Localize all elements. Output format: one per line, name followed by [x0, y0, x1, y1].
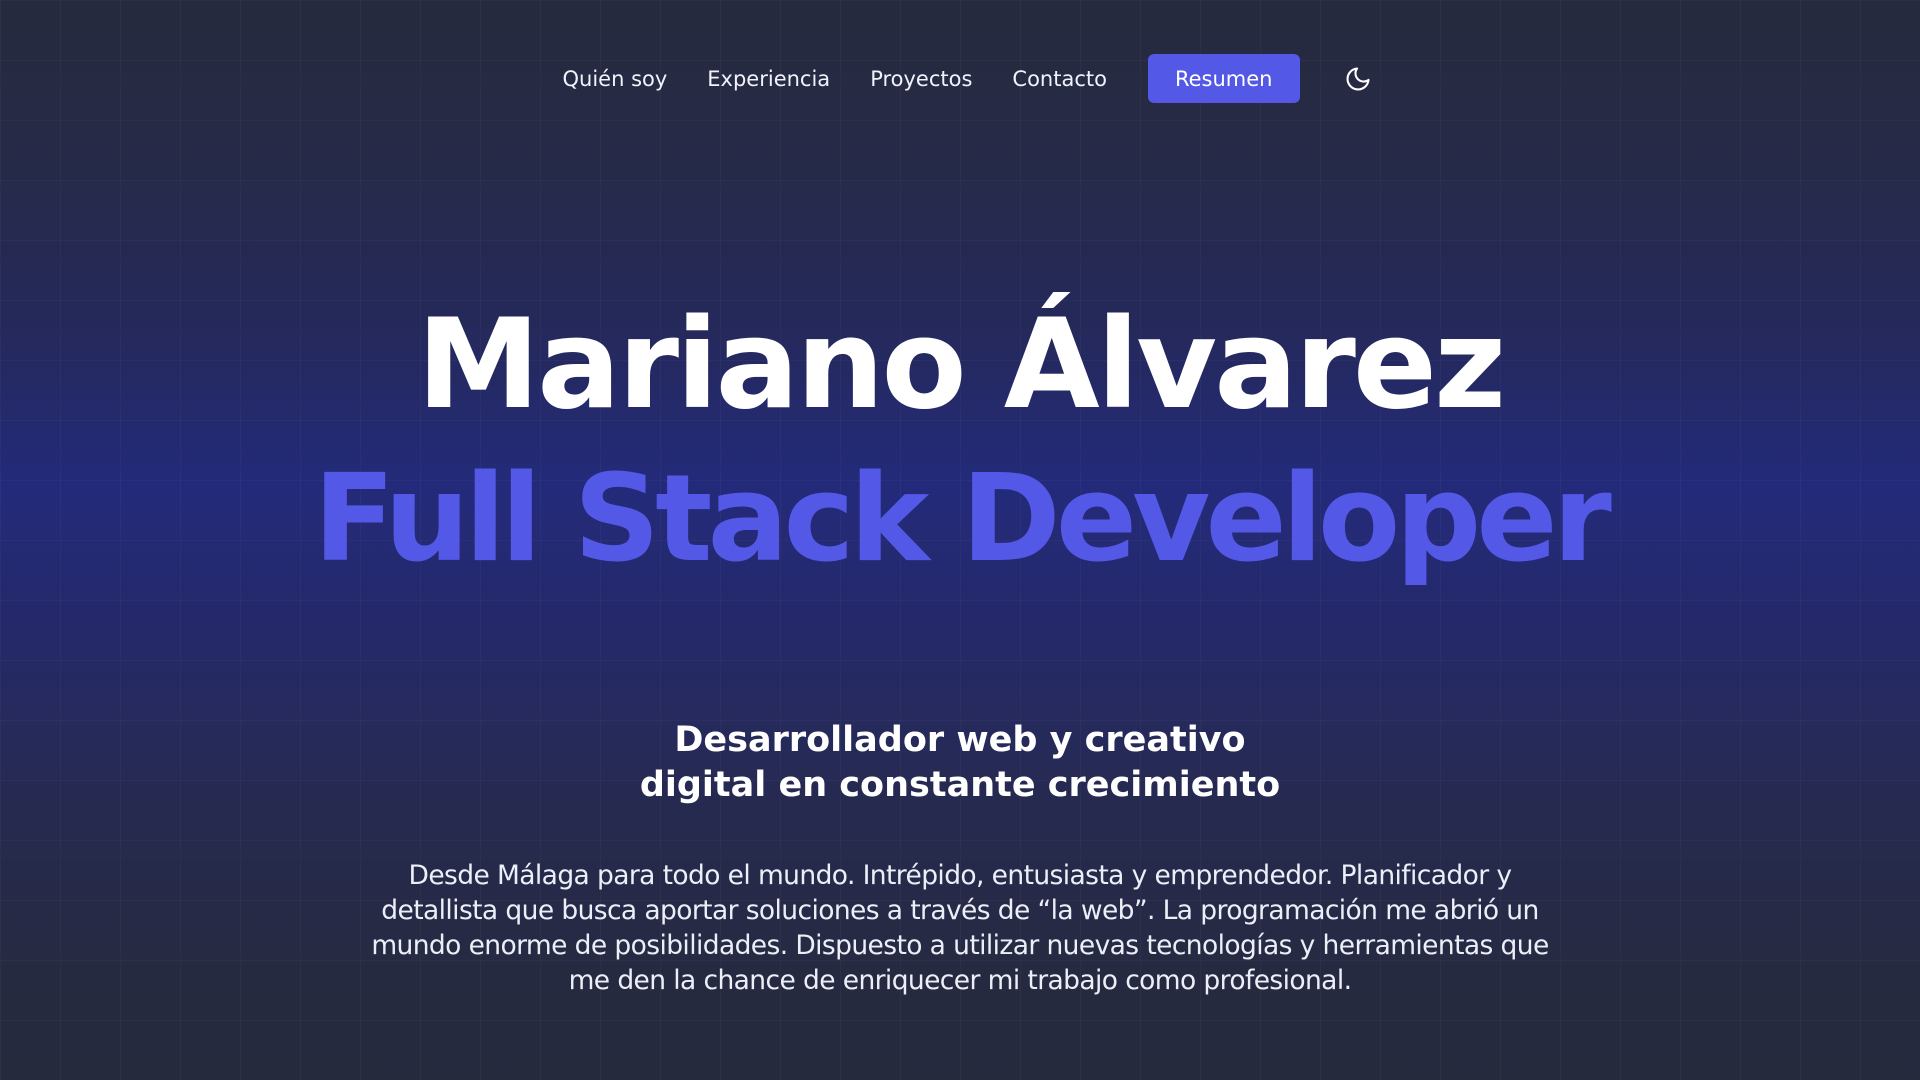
- nav-links: Quién soy Experiencia Proyectos Contacto: [542, 67, 1127, 91]
- top-navigation: Quién soy Experiencia Proyectos Contacto…: [0, 54, 1920, 103]
- tagline-line-1: Desarrollador web y creativo: [674, 720, 1246, 760]
- nav-link-quien-soy[interactable]: Quién soy: [562, 67, 667, 91]
- about-paragraph: Desde Málaga para todo el mundo. Intrépi…: [371, 860, 1549, 996]
- nav-link-contacto[interactable]: Contacto: [1012, 67, 1107, 91]
- theme-toggle-button[interactable]: [1338, 59, 1378, 99]
- resume-button[interactable]: Resumen: [1147, 54, 1300, 103]
- tagline: Desarrollador web y creativo digital en …: [0, 718, 1920, 808]
- tagline-line-2: digital en constante crecimiento: [639, 765, 1281, 805]
- hero-name: Mariano Álvarez: [416, 293, 1506, 437]
- nav-link-proyectos[interactable]: Proyectos: [870, 67, 972, 91]
- hero-role: Full Stack Developer: [313, 450, 1612, 589]
- moon-icon: [1346, 66, 1370, 90]
- nav-link-experiencia[interactable]: Experiencia: [707, 67, 830, 91]
